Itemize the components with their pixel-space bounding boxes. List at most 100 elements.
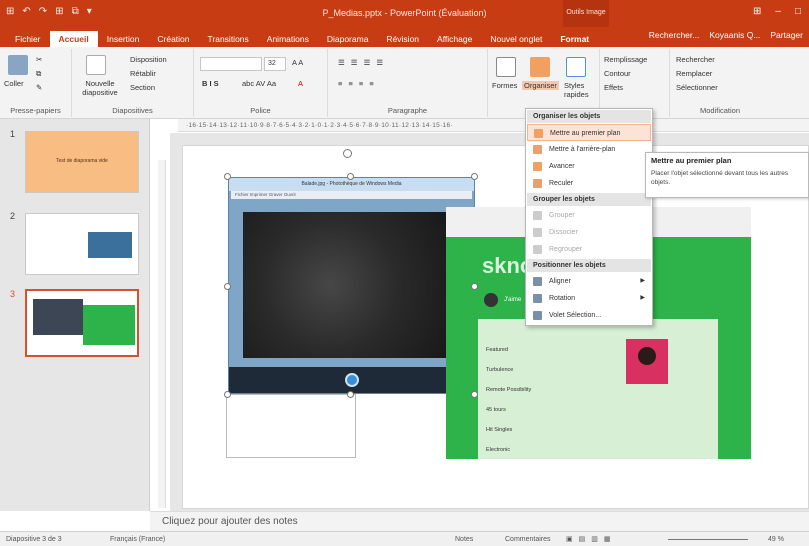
- language-indicator[interactable]: Français (France): [110, 532, 165, 546]
- group-label-paragraph: Paragraphe: [387, 106, 428, 115]
- player-controls: [229, 367, 474, 393]
- quick-styles-icon[interactable]: [566, 57, 586, 77]
- group-label-clipboard: Presse-papiers: [10, 106, 61, 115]
- menu-item-align[interactable]: Aligner ▶: [527, 273, 651, 290]
- resize-handle[interactable]: [471, 173, 478, 180]
- copy-icon[interactable]: ⧉: [36, 69, 41, 79]
- list-item: Electronic: [486, 447, 511, 453]
- tab-format[interactable]: Format: [551, 31, 598, 47]
- grow-font-icon[interactable]: A A: [292, 58, 303, 67]
- menu-item-bring-to-front[interactable]: Mettre au premier plan: [527, 124, 651, 141]
- strikethrough-icon[interactable]: abc AV Aa: [242, 79, 276, 88]
- minimize-icon[interactable]: –: [775, 6, 781, 17]
- thumbnail-slide-2[interactable]: [25, 213, 139, 275]
- tab-animations[interactable]: Animations: [258, 31, 318, 47]
- zoom-level[interactable]: 49 %: [768, 532, 784, 546]
- paste-button[interactable]: Coller: [4, 79, 24, 88]
- media-player-image[interactable]: Balade.jpg - Photothèque de Windows Medi…: [228, 177, 475, 394]
- font-color-icon[interactable]: A: [298, 79, 303, 88]
- ribbon-display-icon[interactable]: ⊞: [753, 6, 761, 17]
- resize-handle[interactable]: [224, 391, 231, 398]
- font-name-input[interactable]: [200, 57, 262, 71]
- tab-affichage[interactable]: Affichage: [428, 31, 481, 47]
- resize-handle[interactable]: [224, 283, 231, 290]
- layout-button[interactable]: Disposition: [130, 55, 167, 64]
- menu-item-label: Mettre à l'arrière-plan: [549, 146, 616, 153]
- tab-fichier[interactable]: Fichier: [6, 31, 50, 47]
- new-slide-icon[interactable]: [86, 55, 106, 75]
- bold-icon[interactable]: B I S: [202, 79, 219, 88]
- shapes-button[interactable]: Formes: [492, 81, 517, 90]
- text-placeholder-box[interactable]: [226, 394, 356, 458]
- tab-diaporama[interactable]: Diaporama: [318, 31, 378, 47]
- format-painter-icon[interactable]: ✎: [36, 83, 42, 92]
- section-button[interactable]: Section: [130, 83, 155, 92]
- tab-nouvel-onglet[interactable]: Nouvel onglet: [481, 31, 551, 47]
- play-button-icon: [345, 373, 359, 387]
- bullets-icon[interactable]: ☰ ☰ ☰ ☰: [338, 58, 385, 67]
- zoom-slider[interactable]: [668, 539, 748, 540]
- group-slides: Nouvelle diapositive Disposition Rétabli…: [72, 49, 194, 117]
- ribbon: Coller ✂ ⧉ ✎ Presse-papiers Nouvelle dia…: [0, 47, 809, 119]
- menu-item-label: Volet Sélection...: [549, 312, 602, 319]
- menu-item-bring-forward[interactable]: Avancer: [527, 158, 651, 175]
- slide-counter: Diapositive 3 de 3: [6, 536, 62, 543]
- list-item: 45 tours: [486, 407, 506, 413]
- find-button[interactable]: Rechercher: [676, 55, 715, 64]
- menu-item-label: Rotation: [549, 295, 576, 302]
- profile-photo: [626, 339, 668, 384]
- arrange-button[interactable]: Organiser: [522, 81, 559, 90]
- user-name[interactable]: Koyaanis Q...: [709, 30, 760, 40]
- menu-item-rotate[interactable]: Rotation ▶: [527, 290, 651, 307]
- rotate-handle-icon[interactable]: [343, 149, 352, 158]
- resize-handle[interactable]: [347, 173, 354, 180]
- select-button[interactable]: Sélectionner: [676, 83, 718, 92]
- reset-button[interactable]: Rétablir: [130, 69, 156, 78]
- new-slide-button[interactable]: Nouvelle diapositive: [76, 79, 124, 97]
- cut-icon[interactable]: ✂: [36, 55, 42, 64]
- window-title: P_Medias.pptx - PowerPoint (Évaluation): [322, 8, 487, 18]
- tab-insertion[interactable]: Insertion: [98, 31, 149, 47]
- group-paragraph: ☰ ☰ ☰ ☰ ≡ ≡ ≡ ≡ Paragraphe: [328, 49, 488, 117]
- group-clipboard: Coller ✂ ⧉ ✎ Presse-papiers: [0, 49, 72, 117]
- menu-item-send-to-back[interactable]: Mettre à l'arrière-plan: [527, 141, 651, 158]
- paste-icon[interactable]: [8, 55, 28, 75]
- tab-revision[interactable]: Révision: [377, 31, 428, 47]
- resize-handle[interactable]: [224, 173, 231, 180]
- view-buttons-icon[interactable]: ▣▤▥▦: [566, 532, 616, 546]
- comments-button[interactable]: Commentaires: [505, 532, 551, 546]
- resize-handle[interactable]: [347, 391, 354, 398]
- notes-pane[interactable]: Cliquez pour ajouter des notes: [150, 511, 809, 531]
- align-icon[interactable]: ≡ ≡ ≡ ≡: [338, 79, 376, 88]
- menu-item-send-backward[interactable]: Reculer: [527, 175, 651, 192]
- thumbnail-slide-3[interactable]: [25, 289, 139, 357]
- notes-button[interactable]: Notes: [455, 532, 473, 546]
- outline-button[interactable]: Contour: [604, 69, 631, 78]
- tab-accueil[interactable]: Accueil: [49, 31, 98, 47]
- resize-handle[interactable]: [471, 391, 478, 398]
- fill-button[interactable]: Remplissage: [604, 55, 647, 64]
- menu-item-label: Aligner: [549, 278, 571, 285]
- arrange-icon[interactable]: [530, 57, 550, 77]
- list-item: Featured: [486, 347, 509, 353]
- maximize-icon[interactable]: □: [795, 6, 801, 17]
- effects-button[interactable]: Effets: [604, 83, 623, 92]
- thumbnail-number: 1: [10, 129, 16, 139]
- tab-transitions[interactable]: Transitions: [199, 31, 258, 47]
- tab-right-area: Rechercher... Koyaanis Q... Partager: [649, 30, 803, 40]
- font-size-input[interactable]: 32: [264, 57, 286, 71]
- shapes-icon[interactable]: [496, 57, 516, 77]
- replace-button[interactable]: Remplacer: [676, 69, 712, 78]
- tab-creation[interactable]: Création: [148, 31, 198, 47]
- thumbnail-slide-1[interactable]: Test de diaporama vide: [25, 131, 139, 193]
- resize-handle[interactable]: [471, 283, 478, 290]
- player-menu: Fichier Imprimer Graver Ouvrir: [231, 191, 472, 199]
- menu-item-selection-pane[interactable]: Volet Sélection...: [527, 307, 651, 324]
- quick-styles-button[interactable]: Styles rapides: [564, 81, 598, 99]
- thumbnail-number: 3: [10, 289, 16, 299]
- tell-me-search[interactable]: Rechercher...: [649, 30, 700, 40]
- group-label-editing: Modification: [699, 106, 741, 115]
- share-button[interactable]: Partager: [770, 30, 803, 40]
- submenu-arrow-icon: ▶: [640, 278, 645, 284]
- horizontal-ruler: ·16·15·14·13·12·11·10·9·8·7·6·5·4·3·2·1·…: [178, 119, 809, 132]
